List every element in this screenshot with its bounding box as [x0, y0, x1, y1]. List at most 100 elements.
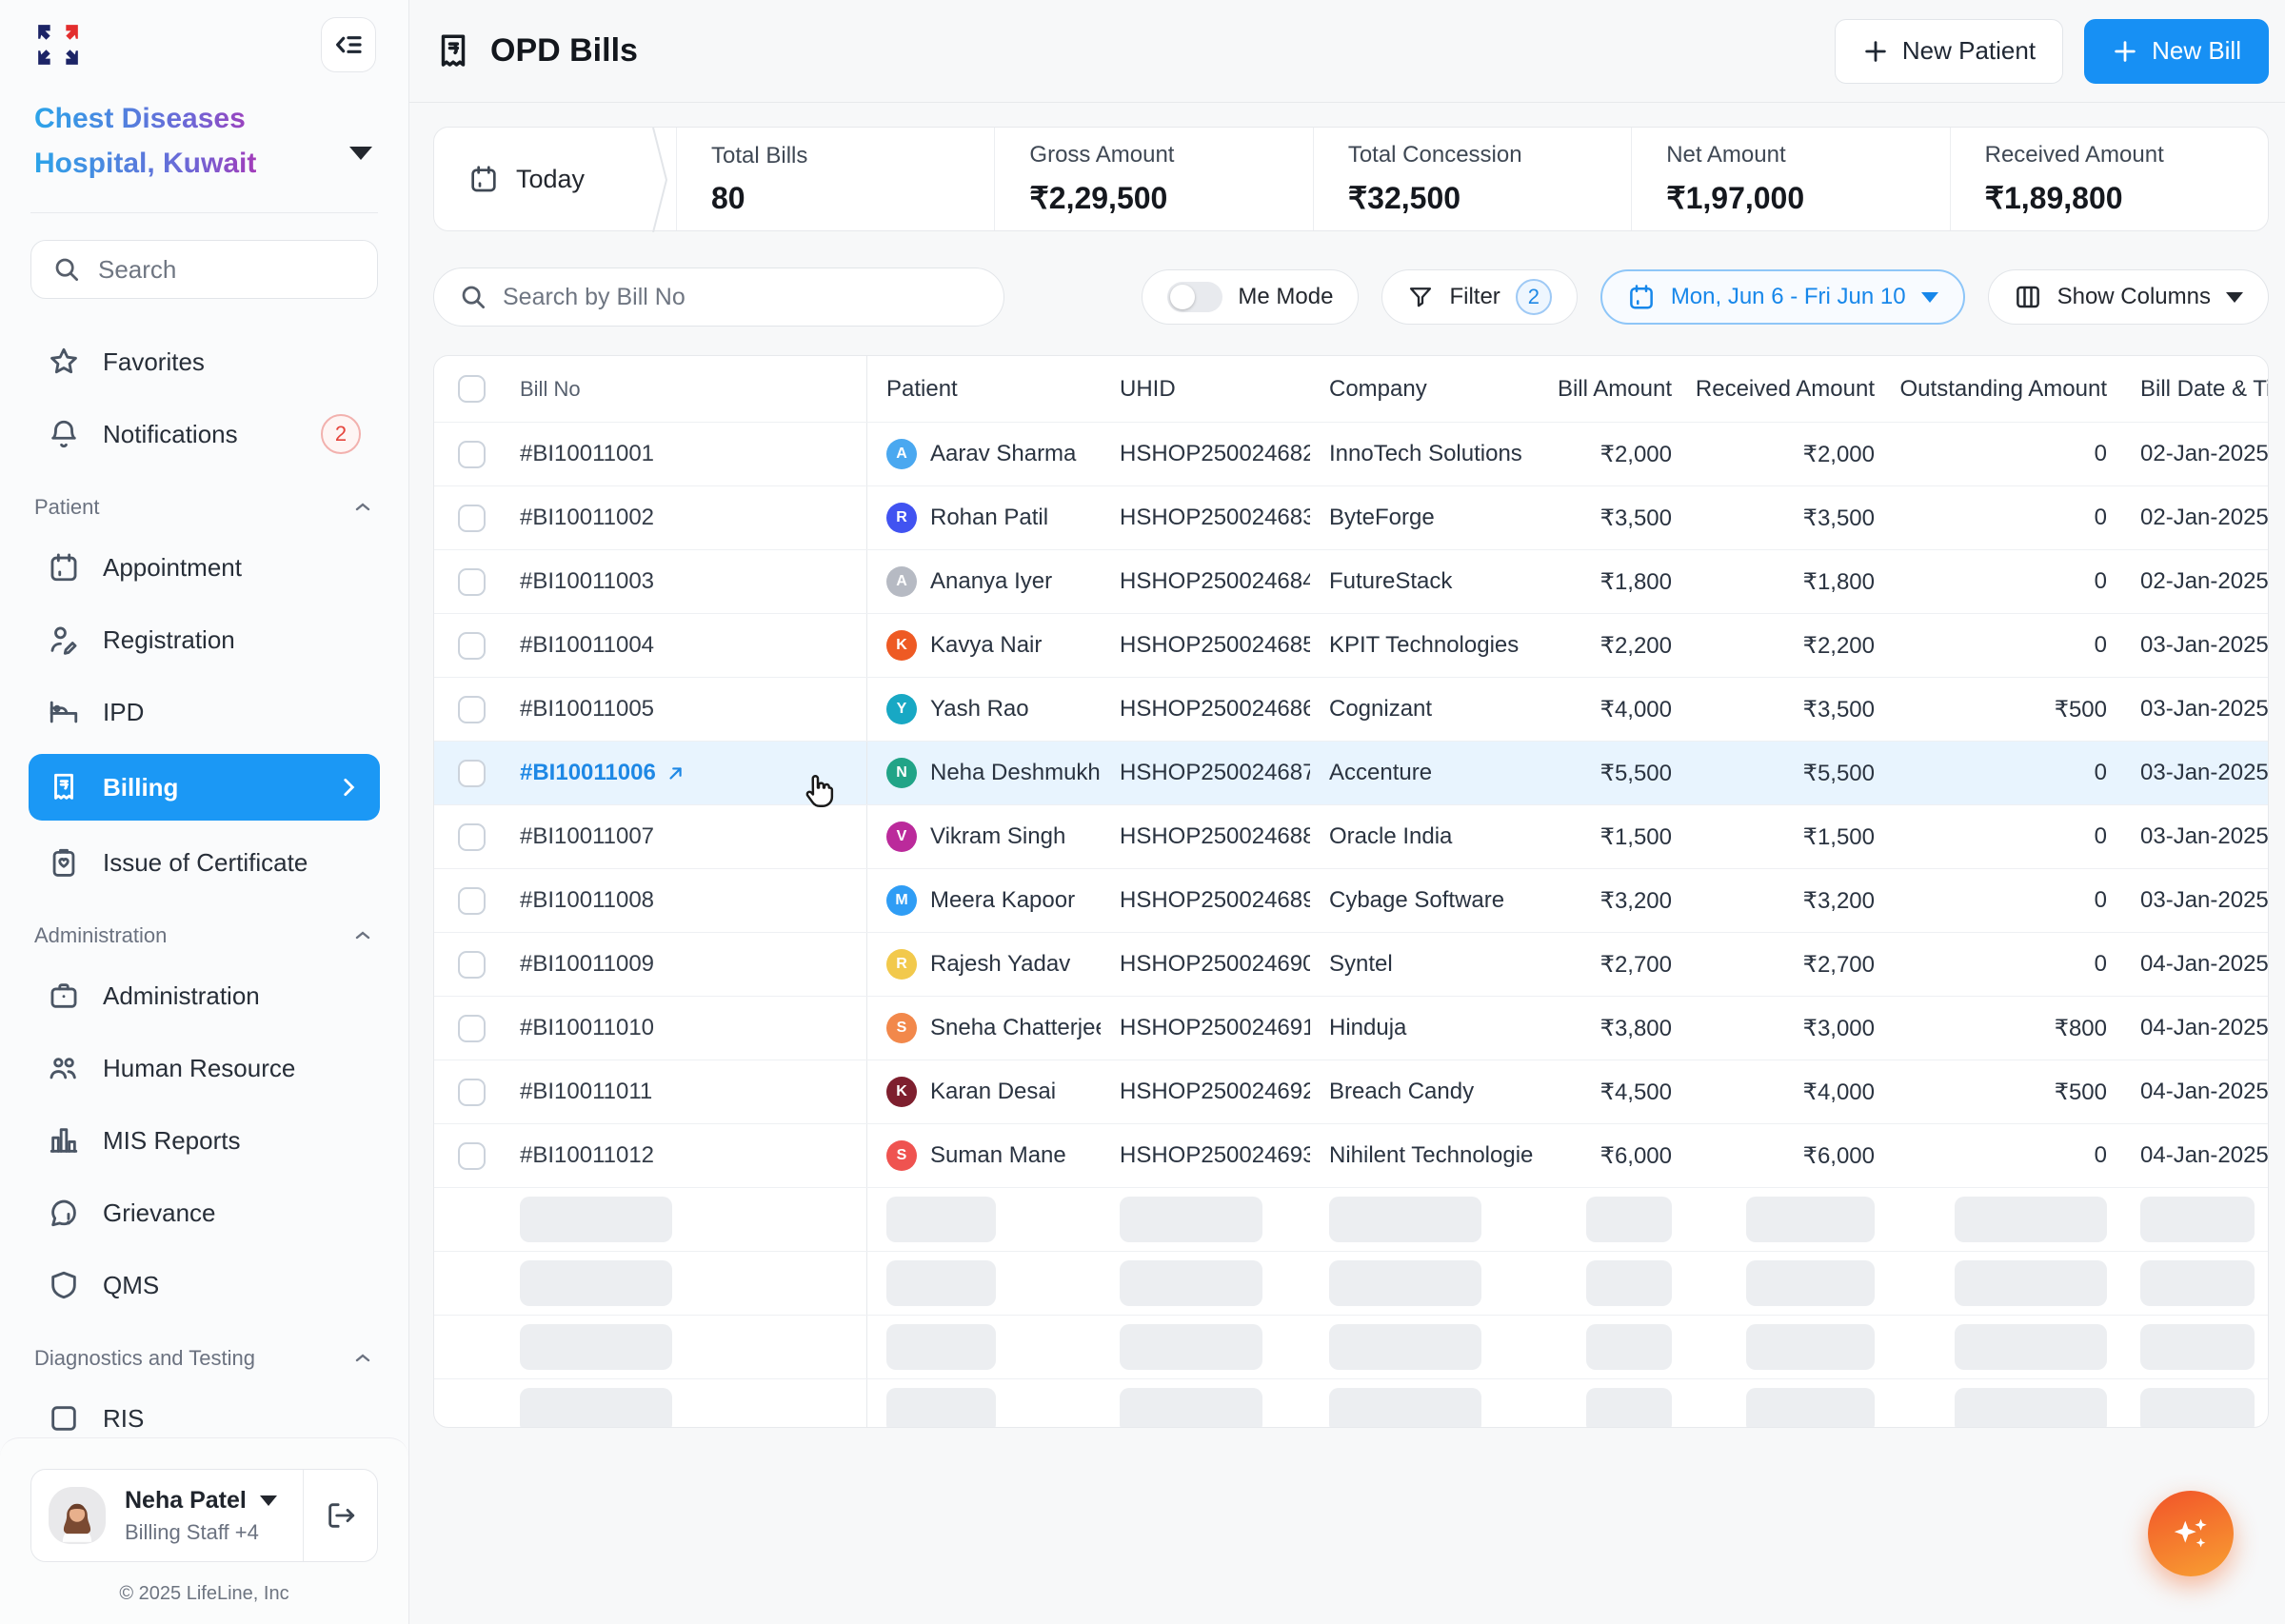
plus-icon: [2112, 38, 2138, 65]
table-row[interactable]: #BI10011007 VVikram Singh HSHOP250024688…: [434, 805, 2268, 869]
column-header-bill-no[interactable]: Bill No: [501, 356, 867, 422]
row-checkbox[interactable]: [458, 887, 486, 915]
patient-name: Rajesh Yadav: [930, 951, 1070, 978]
skeleton-cell: [2140, 1197, 2255, 1242]
bill-link[interactable]: #BI10011006: [520, 760, 686, 786]
show-columns-button[interactable]: Show Columns: [1988, 269, 2269, 325]
user-edit-icon: [48, 624, 80, 656]
people-icon: [48, 1052, 80, 1084]
bill-search-input[interactable]: [503, 284, 979, 311]
sidebar-item-human-resource[interactable]: Human Resource: [29, 1038, 380, 1099]
row-checkbox[interactable]: [458, 505, 486, 532]
date-range-picker[interactable]: Mon, Jun 6 - Fri Jun 10: [1600, 269, 1965, 325]
star-icon: [48, 346, 80, 378]
sidebar-search-input[interactable]: [98, 255, 356, 285]
columns-icon: [2014, 283, 2042, 311]
skeleton-cell: [1586, 1324, 1672, 1370]
column-header-outstanding-amount[interactable]: Outstanding Amount: [1875, 376, 2107, 403]
table-row-highlighted[interactable]: #BI10011006 NNeha Deshmukh HSHOP25002468…: [434, 742, 2268, 805]
collapse-sidebar-button[interactable]: [321, 17, 376, 72]
table-row[interactable]: #BI10011005 YYash Rao HSHOP250024686 Cog…: [434, 678, 2268, 742]
sidebar-item-grievance[interactable]: Grievance: [29, 1182, 380, 1243]
app-logo-icon: [34, 21, 82, 69]
sidebar-item-favorites[interactable]: Favorites: [29, 331, 380, 392]
row-checkbox[interactable]: [458, 1079, 486, 1106]
section-administration[interactable]: Administration: [34, 923, 374, 948]
row-checkbox[interactable]: [458, 1142, 486, 1170]
shield-icon: [48, 1269, 80, 1301]
sidebar-item-appointment[interactable]: Appointment: [29, 537, 380, 598]
skeleton-cell: [1120, 1388, 1262, 1428]
ai-assistant-fab[interactable]: [2148, 1491, 2234, 1576]
sidebar-search[interactable]: [30, 240, 378, 299]
column-header-bill-amount[interactable]: Bill Amount: [1534, 376, 1672, 403]
calendar-icon: [1627, 283, 1656, 311]
briefcase-icon: [48, 980, 80, 1012]
section-patient[interactable]: Patient: [34, 495, 374, 520]
logout-button[interactable]: [303, 1470, 377, 1561]
hospital-selector[interactable]: Chest Diseases Hospital, Kuwait: [34, 97, 374, 186]
column-header-received-amount[interactable]: Received Amount: [1672, 376, 1875, 403]
bill-search[interactable]: [433, 267, 1004, 327]
sidebar: Chest Diseases Hospital, Kuwait Favorite…: [0, 0, 409, 1624]
bills-table: Bill No Patient UHID Company Bill Amount…: [433, 355, 2269, 1428]
new-bill-button[interactable]: New Bill: [2084, 19, 2269, 84]
sidebar-item-mis-reports[interactable]: MIS Reports: [29, 1110, 380, 1171]
skeleton-cell: [1955, 1197, 2107, 1242]
row-checkbox[interactable]: [458, 951, 486, 979]
table-row[interactable]: #BI10011011 KKaran Desai HSHOP250024692 …: [434, 1060, 2268, 1124]
sidebar-nav: Favorites Notifications 2 Patient Appoin…: [0, 331, 408, 1449]
column-header-company[interactable]: Company: [1310, 376, 1534, 403]
table-row[interactable]: #BI10011008 MMeera Kapoor HSHOP250024689…: [434, 869, 2268, 933]
column-header-uhid[interactable]: UHID: [1101, 376, 1310, 403]
scan-icon: [48, 1402, 80, 1435]
patient-avatar: A: [886, 566, 917, 597]
sidebar-item-notifications[interactable]: Notifications 2: [29, 404, 380, 465]
row-checkbox[interactable]: [458, 823, 486, 851]
date-scope-today[interactable]: Today: [434, 128, 651, 230]
sidebar-item-label: Grievance: [103, 1198, 216, 1228]
sidebar-item-label: QMS: [103, 1271, 159, 1300]
table-row[interactable]: #BI10011004 KKavya Nair HSHOP250024685 K…: [434, 614, 2268, 678]
patient-avatar: K: [886, 1077, 917, 1107]
user-menu[interactable]: Neha Patel Billing Staff +4: [31, 1470, 303, 1561]
sidebar-item-ipd[interactable]: IPD: [29, 682, 380, 743]
select-all-checkbox[interactable]: [458, 375, 486, 403]
table-row[interactable]: #BI10011009 RRajesh Yadav HSHOP250024690…: [434, 933, 2268, 997]
me-mode-toggle[interactable]: Me Mode: [1142, 269, 1359, 325]
patient-name: Yash Rao: [930, 696, 1029, 723]
sidebar-item-qms[interactable]: QMS: [29, 1255, 380, 1316]
table-row[interactable]: #BI10011003 AAnanya Iyer HSHOP250024684 …: [434, 550, 2268, 614]
table-row[interactable]: #BI10011002 RRohan Patil HSHOP250024683 …: [434, 486, 2268, 550]
table-row[interactable]: #BI10011012 SSuman Mane HSHOP250024693 N…: [434, 1124, 2268, 1188]
skeleton-cell: [2140, 1388, 2255, 1428]
skeleton-cell: [1746, 1197, 1875, 1242]
table-row[interactable]: #BI10011010 SSneha Chatterjee HSHOP25002…: [434, 997, 2268, 1060]
patient-name: Meera Kapoor: [930, 887, 1075, 914]
row-checkbox[interactable]: [458, 1015, 486, 1042]
section-diagnostics-and-testing[interactable]: Diagnostics and Testing: [34, 1346, 374, 1371]
skeleton-row: [434, 1188, 2268, 1252]
skeleton-cell: [1955, 1324, 2107, 1370]
row-checkbox[interactable]: [458, 760, 486, 787]
row-checkbox[interactable]: [458, 568, 486, 596]
sidebar-item-registration[interactable]: Registration: [29, 609, 380, 670]
new-patient-button[interactable]: New Patient: [1835, 19, 2063, 84]
patient-avatar: M: [886, 885, 917, 916]
sidebar-item-billing[interactable]: Billing: [29, 754, 380, 821]
column-header-patient[interactable]: Patient: [867, 376, 1101, 403]
filter-button[interactable]: Filter 2: [1381, 269, 1577, 325]
chevron-divider: [651, 128, 676, 232]
table-row[interactable]: #BI10011001 AAarav Sharma HSHOP250024682…: [434, 423, 2268, 486]
skeleton-cell: [1329, 1260, 1481, 1306]
row-checkbox[interactable]: [458, 632, 486, 660]
sidebar-item-administration[interactable]: Administration: [29, 965, 380, 1026]
skeleton-cell: [520, 1260, 672, 1306]
column-header-bill-date[interactable]: Bill Date & Tim: [2107, 376, 2268, 403]
toggle-off-icon[interactable]: [1167, 282, 1222, 312]
patient-name: Vikram Singh: [930, 823, 1065, 850]
row-checkbox[interactable]: [458, 441, 486, 468]
sidebar-item-issue-of-certificate[interactable]: Issue of Certificate: [29, 832, 380, 893]
row-checkbox[interactable]: [458, 696, 486, 723]
bed-icon: [48, 696, 80, 728]
